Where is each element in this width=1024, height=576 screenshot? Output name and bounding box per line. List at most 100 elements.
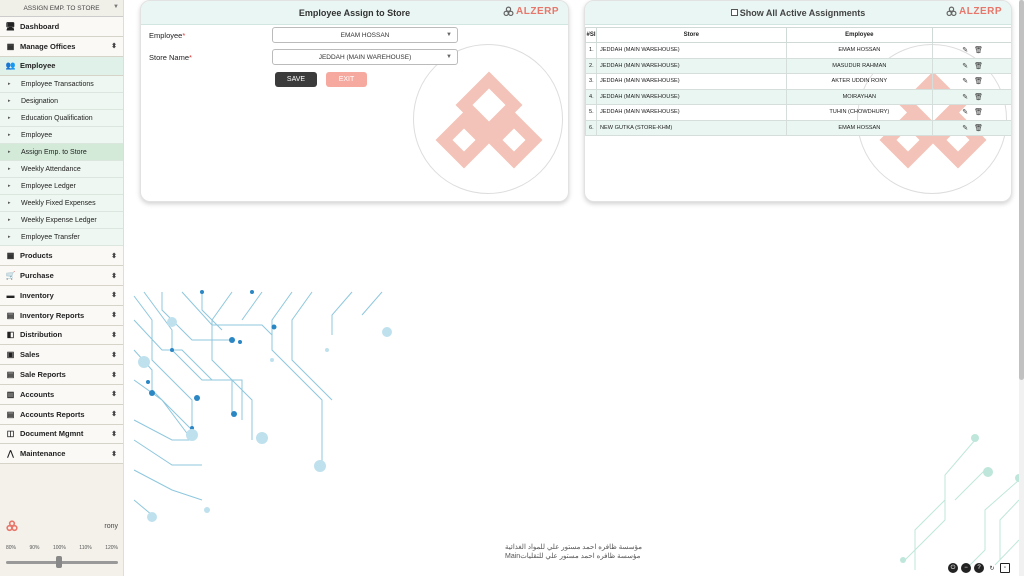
assign-panel: Employee Assign to Store ALZERP Employee… <box>140 0 569 202</box>
submenu-item[interactable]: ▸ Education Qualification <box>0 110 123 128</box>
assignments-table: #Sl Store Employee 1. JEDDAH (MAIN WAREHO… <box>585 27 1011 136</box>
submenu-item[interactable]: ▸ Employee Transfer <box>0 229 123 247</box>
menu-item-maintenance[interactable]: ⋀ Maintenance ⬍ <box>0 444 123 465</box>
panel-title: Employee Assign to Store <box>298 7 411 18</box>
zoom-label: 90% <box>29 545 40 551</box>
expand-icon: ⬍ <box>111 411 117 419</box>
trash-icon[interactable]: 🗑 <box>974 46 983 54</box>
row-employee: MOIRAYHAN <box>785 88 934 105</box>
circuit-art-left <box>133 290 392 522</box>
expand-icon: ⬍ <box>111 252 117 260</box>
submenu-item[interactable]: ▸ Designation <box>0 93 123 111</box>
document-icon: ◫ <box>6 429 15 439</box>
row-sl: 1. <box>585 42 597 59</box>
row-sl: 5. <box>585 104 597 121</box>
submenu-item-selected[interactable]: ▸ Assign Emp. to Store <box>0 144 123 162</box>
trash-icon[interactable]: 🗑 <box>974 124 983 132</box>
show-all-checkbox[interactable]: Show All Active Assignments <box>730 8 865 18</box>
submenu-item[interactable]: ▸ Employee Ledger <box>0 178 123 196</box>
store-select-value: JEDDAH (MAIN WAREHOUSE) <box>318 53 412 61</box>
edit-icon[interactable]: ✎ <box>962 93 968 101</box>
zoom-label: 80% <box>6 545 17 551</box>
submenu-item[interactable]: ▸ Weekly Expense Ledger <box>0 212 123 230</box>
expand-icon: ⬍ <box>111 391 117 399</box>
row-store: NEW GUTKA (STORE-KHM) <box>595 119 787 136</box>
employee-label: Employee <box>149 31 183 40</box>
edit-icon[interactable]: ✎ <box>962 108 968 116</box>
column-header-employee: Employee <box>785 27 934 43</box>
register-icon: ▣ <box>6 350 15 360</box>
employee-select[interactable]: EMAM HOSSAN ▼ <box>272 27 458 43</box>
watermark-icon <box>435 71 543 169</box>
zoom-slider[interactable] <box>6 556 118 568</box>
menu-item-inventory[interactable]: ▬ Inventory ⬍ <box>0 285 123 306</box>
submenu-label: Designation <box>21 97 58 105</box>
zoom-label: 110% <box>79 545 92 551</box>
submenu-label: Assign Emp. to Store <box>21 148 87 156</box>
edit-icon[interactable]: ✎ <box>962 124 968 132</box>
assignments-panel: Show All Active Assignments ALZERP #Sl S… <box>584 0 1012 202</box>
submenu-label: Weekly Attendance <box>21 165 81 173</box>
employee-field-label: Employee * <box>149 31 185 40</box>
row-store: JEDDAH (MAIN WAREHOUSE) <box>595 57 787 74</box>
page-scrollbar[interactable] <box>1019 0 1024 576</box>
menu-label: Sales <box>20 350 40 360</box>
expand-icon: ⬍ <box>111 272 117 280</box>
submenu-item[interactable]: ▸ Employee Transactions <box>0 76 123 94</box>
power-icon[interactable]: ⏻ <box>948 563 958 573</box>
brand-logo-text: ALZERP <box>516 6 559 17</box>
zoom-control: 80% 90% 100% 110% 120% <box>0 545 124 568</box>
help-icon[interactable]: ? <box>974 563 984 573</box>
submenu-item[interactable]: ▸ Employee <box>0 127 123 145</box>
row-sl: 3. <box>585 73 597 90</box>
column-header-sl: #Sl <box>585 27 597 43</box>
trash-icon[interactable]: 🗑 <box>974 108 983 116</box>
table-row: 2. JEDDAH (MAIN WAREHOUSE) MASUDUR RAHMAN ✎… <box>585 57 1011 74</box>
exit-button[interactable]: EXIT <box>326 72 367 87</box>
menu-item-inventory-reports[interactable]: ▤ Inventory Reports ⬍ <box>0 305 123 326</box>
box-icon: ▬ <box>6 290 15 300</box>
store-select[interactable]: JEDDAH (MAIN WAREHOUSE) ▼ <box>272 49 458 65</box>
menu-item-distribution[interactable]: ◧ Distribution ⬍ <box>0 325 123 346</box>
save-button[interactable]: SAVE <box>275 72 317 87</box>
row-actions: ✎ 🗑 <box>932 88 1011 105</box>
bullet-icon: ▸ <box>8 234 11 241</box>
main-menu-lower: ▦ Products ⬍ 🛒 Purchase ⬍ ▬ Inventory ⬍ ▤ Inven… <box>0 246 123 465</box>
menu-item-employee[interactable]: 👥 Employee <box>0 56 123 77</box>
submenu-item[interactable]: ▸ Weekly Fixed Expenses <box>0 195 123 213</box>
menu-item-sales[interactable]: ▣ Sales ⬍ <box>0 345 123 366</box>
edit-icon[interactable]: ✎ <box>962 77 968 85</box>
fullscreen-icon[interactable]: ▫ <box>1000 563 1010 573</box>
expand-icon: ⬍ <box>111 331 117 339</box>
checkbox-box[interactable] <box>730 9 738 16</box>
trash-icon[interactable]: 🗑 <box>974 77 983 85</box>
employee-submenu: ▸ Employee Transactions ▸ Designation ▸ Edu… <box>0 76 123 247</box>
menu-item-accounts-reports[interactable]: ▤ Accounts Reports ⬍ <box>0 404 123 425</box>
zoom-slider-handle[interactable] <box>56 556 62 568</box>
edit-icon[interactable]: ✎ <box>962 46 968 54</box>
menu-item-accounts[interactable]: ▥ Accounts ⬍ <box>0 384 123 405</box>
bullet-icon: ▸ <box>8 115 11 122</box>
page-select[interactable]: ASSIGN EMP. TO STORE ▼ <box>0 0 123 17</box>
menu-item-manage-offices[interactable]: ▦ Manage Offices ⬍ <box>0 36 123 57</box>
submenu-label: Weekly Fixed Expenses <box>21 199 96 207</box>
menu-item-sale-reports[interactable]: ▤ Sale Reports ⬍ <box>0 365 123 385</box>
company-footer: مؤسسة ظافره احمد مستور علي للمواد الغذائ… <box>505 543 642 561</box>
employee-select-value: EMAM HOSSAN <box>340 31 390 39</box>
company-logo-icon <box>6 520 18 532</box>
submenu-item[interactable]: ▸ Weekly Attendance <box>0 161 123 179</box>
trash-icon[interactable]: 🗑 <box>974 93 983 101</box>
menu-item-products[interactable]: ▦ Products ⬍ <box>0 246 123 267</box>
tool-icon: ⋀ <box>7 449 14 459</box>
scrollbar-thumb[interactable] <box>1019 0 1024 380</box>
edit-icon[interactable]: ✎ <box>962 62 968 70</box>
menu-item-dashboard[interactable]: 🖥 Dashboard <box>0 17 123 37</box>
brand-logo: ALZERP <box>503 6 559 17</box>
menu-item-purchase[interactable]: 🛒 Purchase ⬍ <box>0 266 123 286</box>
trash-icon[interactable]: 🗑 <box>974 62 983 70</box>
refresh-icon[interactable]: ↻ <box>987 563 997 573</box>
minus-icon[interactable]: − <box>961 563 971 573</box>
submenu-label: Employee Transfer <box>21 233 80 241</box>
menu-item-document-mgmnt[interactable]: ◫ Document Mgmnt ⬍ <box>0 424 123 445</box>
sidebar: ASSIGN EMP. TO STORE ▼ 🖥 Dashboard ▦ Man… <box>0 0 124 576</box>
